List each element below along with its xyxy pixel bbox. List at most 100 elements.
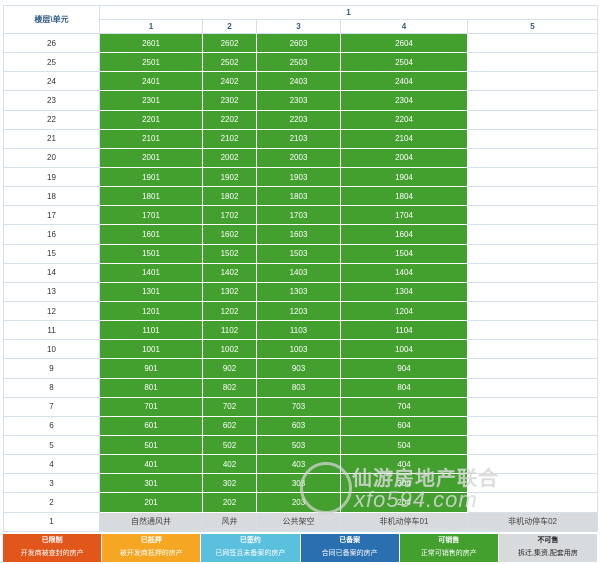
room-cell[interactable]: 1102 xyxy=(202,320,257,341)
room-cell[interactable]: 2202 xyxy=(202,109,257,130)
room-cell[interactable]: 2303 xyxy=(256,90,341,111)
room-cell[interactable]: 2203 xyxy=(256,109,341,130)
room-cell[interactable]: 2302 xyxy=(202,90,257,111)
room-cell[interactable]: 1104 xyxy=(340,320,468,341)
room-cell[interactable]: 704 xyxy=(340,396,468,417)
room-cell[interactable]: 703 xyxy=(256,396,341,417)
room-cell[interactable]: 2501 xyxy=(99,52,203,73)
room-cell[interactable]: 1904 xyxy=(340,166,468,188)
room-cell[interactable]: 1503 xyxy=(256,243,341,264)
room-cell[interactable]: 2304 xyxy=(340,90,468,111)
room-cell[interactable]: 503 xyxy=(256,434,341,456)
room-cell[interactable]: 2104 xyxy=(340,128,468,149)
room-cell[interactable]: 604 xyxy=(340,415,468,436)
room-cell[interactable]: 303 xyxy=(256,473,341,494)
room-cell[interactable]: 1403 xyxy=(256,262,341,283)
room-cell[interactable]: 2602 xyxy=(202,32,257,54)
room-cell[interactable]: 1203 xyxy=(256,300,341,322)
room-cell[interactable]: 501 xyxy=(99,434,203,456)
room-cell[interactable]: 2503 xyxy=(256,52,341,73)
room-cell[interactable]: 2003 xyxy=(256,147,341,168)
room-cell[interactable]: 201 xyxy=(99,492,203,513)
room-cell[interactable]: 1803 xyxy=(256,186,341,207)
room-cell[interactable]: 1801 xyxy=(99,186,203,207)
room-cell[interactable]: 2404 xyxy=(340,71,468,92)
room-cell[interactable]: 901 xyxy=(99,358,203,379)
room-cell[interactable]: 1502 xyxy=(202,243,257,264)
room-cell[interactable]: 1404 xyxy=(340,262,468,283)
room-cell[interactable]: 603 xyxy=(256,415,341,436)
room-cell[interactable]: 2603 xyxy=(256,32,341,54)
room-cell[interactable]: 1504 xyxy=(340,243,468,264)
room-cell[interactable]: 1501 xyxy=(99,243,203,264)
room-cell[interactable]: 1902 xyxy=(202,166,257,188)
room-cell[interactable]: 203 xyxy=(256,492,341,513)
room-cell[interactable]: 1004 xyxy=(340,339,468,360)
room-cell[interactable]: 804 xyxy=(340,377,468,398)
room-cell[interactable]: 2604 xyxy=(340,32,468,54)
room-cell[interactable]: 404 xyxy=(340,454,468,475)
room-cell[interactable]: 1301 xyxy=(99,281,203,302)
ground-floor-cell[interactable]: 公共架空 xyxy=(256,511,341,533)
room-cell[interactable]: 1703 xyxy=(256,205,341,226)
room-cell[interactable]: 2103 xyxy=(256,128,341,149)
room-cell[interactable]: 402 xyxy=(202,454,257,475)
room-cell[interactable]: 2504 xyxy=(340,52,468,73)
room-cell[interactable]: 1804 xyxy=(340,186,468,207)
room-cell[interactable]: 2301 xyxy=(99,90,203,111)
room-cell[interactable]: 602 xyxy=(202,415,257,436)
room-cell[interactable]: 2204 xyxy=(340,109,468,130)
room-cell[interactable]: 1701 xyxy=(99,205,203,226)
room-cell[interactable]: 301 xyxy=(99,473,203,494)
room-cell[interactable]: 1002 xyxy=(202,339,257,360)
room-cell[interactable]: 2601 xyxy=(99,32,203,54)
room-cell[interactable]: 204 xyxy=(340,492,468,513)
ground-floor-cell[interactable]: 自然通风井 xyxy=(99,511,203,533)
room-cell[interactable]: 902 xyxy=(202,358,257,379)
room-cell[interactable]: 1101 xyxy=(99,320,203,341)
room-cell[interactable]: 1704 xyxy=(340,205,468,226)
room-cell[interactable]: 1303 xyxy=(256,281,341,302)
room-cell[interactable]: 1003 xyxy=(256,339,341,360)
room-cell[interactable]: 702 xyxy=(202,396,257,417)
room-cell[interactable]: 701 xyxy=(99,396,203,417)
room-cell[interactable]: 2403 xyxy=(256,71,341,92)
room-cell[interactable]: 1702 xyxy=(202,205,257,226)
ground-floor-cell[interactable]: 非机动停车01 xyxy=(340,511,468,533)
room-cell[interactable]: 1901 xyxy=(99,166,203,188)
room-cell[interactable]: 403 xyxy=(256,454,341,475)
room-cell[interactable]: 1603 xyxy=(256,224,341,245)
room-cell[interactable]: 1202 xyxy=(202,300,257,322)
room-cell[interactable]: 1302 xyxy=(202,281,257,302)
room-cell[interactable]: 1802 xyxy=(202,186,257,207)
room-cell[interactable]: 2101 xyxy=(99,128,203,149)
room-cell[interactable]: 2201 xyxy=(99,109,203,130)
room-cell[interactable]: 2401 xyxy=(99,71,203,92)
room-cell[interactable]: 1604 xyxy=(340,224,468,245)
room-cell[interactable]: 802 xyxy=(202,377,257,398)
room-cell[interactable]: 401 xyxy=(99,454,203,475)
room-cell[interactable]: 1201 xyxy=(99,300,203,322)
room-cell[interactable]: 601 xyxy=(99,415,203,436)
room-cell[interactable]: 2102 xyxy=(202,128,257,149)
ground-floor-cell[interactable]: 风井 xyxy=(202,511,257,533)
room-cell[interactable]: 1103 xyxy=(256,320,341,341)
room-cell[interactable]: 904 xyxy=(340,358,468,379)
room-cell[interactable]: 302 xyxy=(202,473,257,494)
room-cell[interactable]: 2004 xyxy=(340,147,468,168)
room-cell[interactable]: 304 xyxy=(340,473,468,494)
room-cell[interactable]: 803 xyxy=(256,377,341,398)
room-cell[interactable]: 1601 xyxy=(99,224,203,245)
room-cell[interactable]: 202 xyxy=(202,492,257,513)
room-cell[interactable]: 1602 xyxy=(202,224,257,245)
room-cell[interactable]: 1001 xyxy=(99,339,203,360)
room-cell[interactable]: 1304 xyxy=(340,281,468,302)
room-cell[interactable]: 801 xyxy=(99,377,203,398)
room-cell[interactable]: 502 xyxy=(202,434,257,456)
room-cell[interactable]: 903 xyxy=(256,358,341,379)
room-cell[interactable]: 1401 xyxy=(99,262,203,283)
ground-floor-cell[interactable]: 非机动停车02 xyxy=(466,511,599,533)
room-cell[interactable]: 2502 xyxy=(202,52,257,73)
room-cell[interactable]: 2002 xyxy=(202,147,257,168)
room-cell[interactable]: 1903 xyxy=(256,166,341,188)
